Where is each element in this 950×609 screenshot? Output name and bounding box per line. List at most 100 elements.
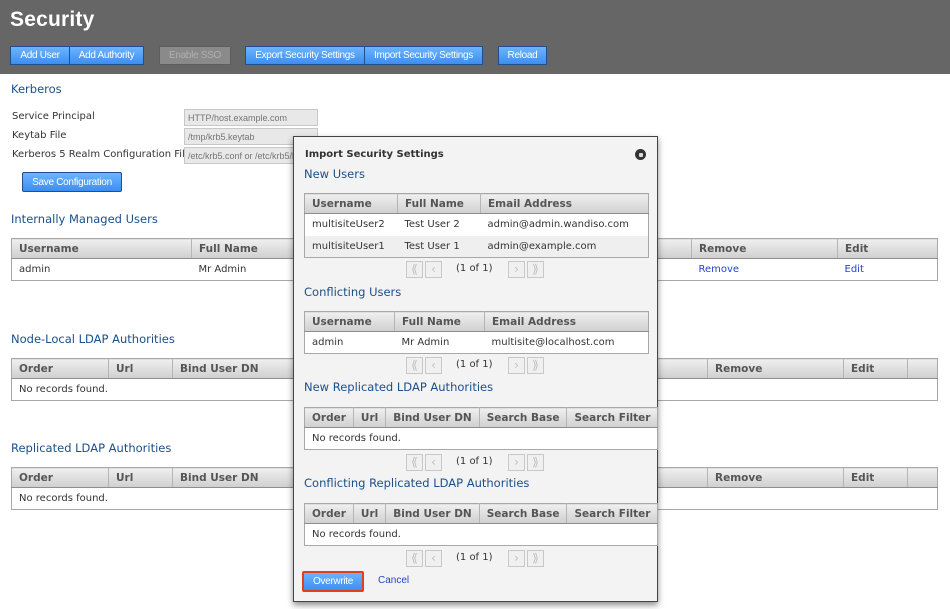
krb5-config-file-label: Kerberos 5 Realm Configuration File	[12, 149, 191, 160]
dialog-title: Import Security Settings	[305, 149, 444, 160]
edit-user-link[interactable]: Edit	[838, 259, 938, 281]
column-header-remove: Remove	[691, 238, 838, 259]
page-title: Security	[10, 8, 95, 31]
empty-message: No records found.	[304, 427, 658, 450]
column-header-search-filter[interactable]: Search Filter	[566, 407, 658, 428]
save-configuration-button[interactable]: Save Configuration	[22, 172, 122, 192]
cell-username: multisiteUser1	[304, 235, 398, 258]
conflicting-replicated-ldap-section-title: Conflicting Replicated LDAP Authorities	[304, 476, 530, 490]
page-header: Security Add User Add Authority Enable S…	[0, 0, 950, 74]
cell-email: admin@example.com	[480, 235, 649, 258]
column-header-url[interactable]: Url	[108, 467, 173, 488]
table-row: multisiteUser1 Test User 1 admin@example…	[304, 235, 649, 258]
add-user-button[interactable]: Add User	[10, 46, 70, 65]
column-header-username[interactable]: Username	[304, 311, 395, 332]
table-row-empty: No records found.	[304, 427, 658, 450]
column-header-full-name[interactable]: Full Name	[397, 193, 481, 214]
new-users-pager: ⟪ ‹ (1 of 1) › ⟫	[406, 261, 548, 278]
column-header-edit: Edit	[843, 358, 908, 379]
column-header-search-base[interactable]: Search Base	[479, 503, 568, 524]
page-indicator: (1 of 1)	[456, 456, 493, 467]
first-page-icon[interactable]: ⟪	[406, 454, 423, 471]
cell-full-name: Test User 1	[397, 235, 481, 258]
first-page-icon[interactable]: ⟪	[406, 357, 423, 374]
column-header-order[interactable]: Order	[304, 407, 354, 428]
first-page-icon[interactable]: ⟪	[406, 261, 423, 278]
first-page-icon[interactable]: ⟪	[406, 550, 423, 567]
conflicting-users-pager: ⟪ ‹ (1 of 1) › ⟫	[406, 357, 548, 374]
new-replicated-ldap-pager: ⟪ ‹ (1 of 1) › ⟫	[406, 454, 548, 471]
column-header-url[interactable]: Url	[353, 503, 387, 524]
table-row-empty: No records found.	[304, 523, 658, 546]
column-header-remove: Remove	[707, 467, 844, 488]
prev-page-icon[interactable]: ‹	[425, 261, 442, 278]
import-security-settings-dialog: Import Security Settings New Users Usern…	[293, 136, 659, 602]
column-header-order[interactable]: Order	[11, 358, 109, 379]
column-header-url[interactable]: Url	[108, 358, 173, 379]
close-icon[interactable]	[635, 149, 646, 160]
next-page-icon[interactable]: ›	[508, 454, 525, 471]
node-local-ldap-section-title: Node-Local LDAP Authorities	[11, 332, 175, 346]
column-header-order[interactable]: Order	[304, 503, 354, 524]
last-page-icon[interactable]: ⟫	[527, 357, 544, 374]
new-replicated-ldap-table: Order Url Bind User DN Search Base Searc…	[304, 407, 659, 450]
column-header-search-base[interactable]: Search Base	[479, 407, 568, 428]
page-indicator: (1 of 1)	[456, 263, 493, 274]
next-page-icon[interactable]: ›	[508, 550, 525, 567]
column-header-bind-user-dn[interactable]: Bind User DN	[385, 503, 480, 524]
cancel-link[interactable]: Cancel	[378, 575, 409, 586]
page-indicator: (1 of 1)	[456, 359, 493, 370]
cell-username: admin	[19, 264, 51, 275]
cell-email: admin@admin.wandiso.com	[480, 213, 649, 236]
reload-button[interactable]: Reload	[498, 46, 547, 65]
conflicting-users-section-title: Conflicting Users	[304, 285, 402, 299]
column-header-bind-user-dn[interactable]: Bind User DN	[385, 407, 480, 428]
column-header-email[interactable]: Email Address	[484, 311, 649, 332]
service-principal-label: Service Principal	[12, 111, 95, 122]
enable-sso-button[interactable]: Enable SSO	[159, 46, 231, 65]
cell-full-name: Test User 2	[397, 213, 481, 236]
page-indicator: (1 of 1)	[456, 552, 493, 563]
column-header-extra	[907, 467, 938, 488]
last-page-icon[interactable]: ⟫	[527, 550, 544, 567]
remove-user-link[interactable]: Remove	[692, 259, 838, 281]
column-header-email[interactable]: Email Address	[480, 193, 649, 214]
cell-email: multisite@localhost.com	[484, 331, 649, 354]
prev-page-icon[interactable]: ‹	[425, 454, 442, 471]
column-header-username[interactable]: Username	[11, 238, 192, 259]
column-header-full-name[interactable]: Full Name	[394, 311, 485, 332]
internal-users-section-title: Internally Managed Users	[11, 212, 158, 226]
table-row: admin Mr Admin multisite@localhost.com	[304, 331, 649, 354]
column-header-edit: Edit	[843, 467, 908, 488]
last-page-icon[interactable]: ⟫	[527, 454, 544, 471]
column-header-url[interactable]: Url	[353, 407, 387, 428]
column-header-order[interactable]: Order	[11, 467, 109, 488]
new-users-section-title: New Users	[304, 167, 365, 181]
conflicting-replicated-ldap-table: Order Url Bind User DN Search Base Searc…	[304, 503, 659, 546]
overwrite-button[interactable]: Overwrite	[302, 571, 364, 592]
service-principal-input[interactable]	[184, 109, 318, 126]
import-security-settings-button[interactable]: Import Security Settings	[364, 46, 483, 65]
prev-page-icon[interactable]: ‹	[425, 550, 442, 567]
conflicting-replicated-ldap-pager: ⟪ ‹ (1 of 1) › ⟫	[406, 550, 548, 567]
column-header-extra	[907, 358, 938, 379]
prev-page-icon[interactable]: ‹	[425, 357, 442, 374]
next-page-icon[interactable]: ›	[508, 357, 525, 374]
empty-message: No records found.	[304, 523, 658, 546]
kerberos-section-title: Kerberos	[11, 82, 62, 96]
column-header-edit: Edit	[837, 238, 938, 259]
column-header-username[interactable]: Username	[304, 193, 398, 214]
cell-full-name: Mr Admin	[394, 331, 485, 354]
export-security-settings-button[interactable]: Export Security Settings	[245, 46, 365, 65]
keytab-file-label: Keytab File	[12, 130, 67, 141]
new-users-table: Username Full Name Email Address multisi…	[304, 193, 649, 258]
replicated-ldap-section-title: Replicated LDAP Authorities	[11, 441, 172, 455]
add-authority-button[interactable]: Add Authority	[69, 46, 144, 65]
next-page-icon[interactable]: ›	[508, 261, 525, 278]
cell-username: admin	[304, 331, 395, 354]
last-page-icon[interactable]: ⟫	[527, 261, 544, 278]
column-header-remove: Remove	[707, 358, 844, 379]
new-replicated-ldap-section-title: New Replicated LDAP Authorities	[304, 380, 494, 394]
conflicting-users-table: Username Full Name Email Address admin M…	[304, 311, 649, 354]
column-header-search-filter[interactable]: Search Filter	[566, 503, 658, 524]
